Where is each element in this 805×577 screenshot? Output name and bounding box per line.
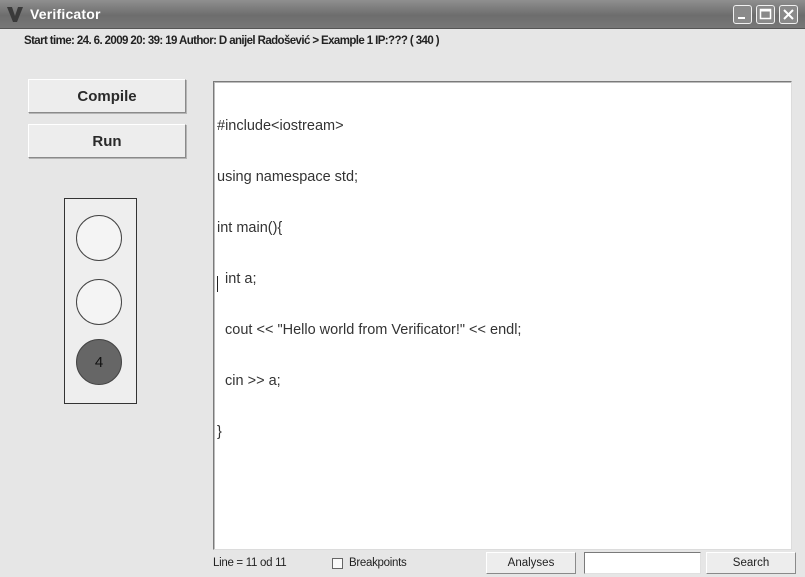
breakpoints-label: Breakpoints [349,557,407,569]
minimize-button[interactable] [733,5,752,24]
analyses-button[interactable]: Analyses [486,552,576,574]
minimize-icon [738,17,745,19]
window-title: Verificator [30,6,101,22]
code-line: int a; [217,271,257,287]
session-info-text: Start time: 24. 6. 2009 20: 39: 19 Autho… [24,35,440,47]
code-line: cin >> a; [217,373,281,389]
code-line: #include<iostream> [217,118,344,134]
traffic-light-middle [76,279,122,325]
search-button[interactable]: Search [706,552,796,574]
traffic-light-bottom: 4 [76,339,122,385]
traffic-light-indicator: 4 [64,198,137,404]
code-line: int main(){ [217,220,283,236]
search-input[interactable] [584,552,701,574]
breakpoints-checkbox[interactable] [332,558,343,569]
code-editor[interactable]: #include<iostream> using namespace std; … [213,81,792,550]
code-line: } [217,424,222,440]
traffic-light-top [76,215,122,261]
code-line: using namespace std; [217,169,359,185]
line-counter: Line = 11 od 11 [213,557,287,569]
maximize-icon [759,8,772,20]
code-line: cout << "Hello world from Verificator!" … [217,322,522,338]
run-button[interactable]: Run [28,124,186,158]
maximize-button[interactable] [756,5,775,24]
close-icon [783,9,794,20]
compile-button[interactable]: Compile [28,79,186,113]
v-logo-icon [7,7,23,22]
text-caret [217,276,218,292]
title-bar[interactable]: Verificator [0,0,805,29]
close-button[interactable] [779,5,798,24]
